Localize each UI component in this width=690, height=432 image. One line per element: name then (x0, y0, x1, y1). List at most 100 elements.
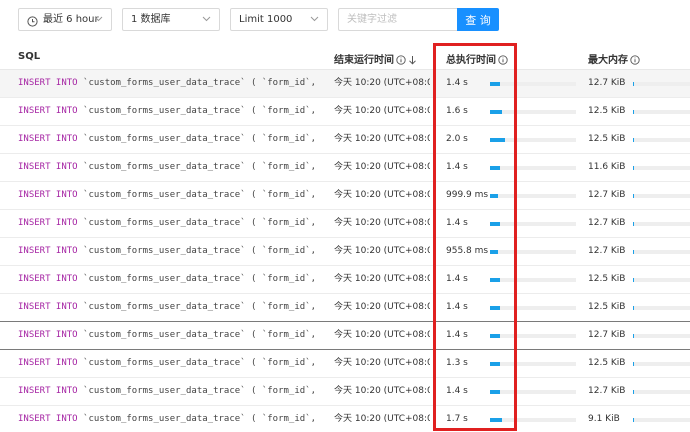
exec-time-bar-fill (490, 390, 501, 394)
table-row[interactable]: INSERT INTO `custom_forms_user_data_trac… (0, 322, 690, 350)
max-memory-bar (633, 362, 690, 366)
exec-time-bar (490, 166, 576, 170)
end-time-cell: 今天 10:20 (UTC+08:00) (334, 274, 430, 284)
info-icon[interactable] (498, 55, 508, 68)
column-header-max-memory[interactable]: 最大内存 (588, 51, 640, 68)
max-memory-bar-fill (633, 250, 635, 254)
sql-keyword: INSERT INTO (18, 302, 78, 312)
exec-time-bar (490, 418, 576, 422)
sql-cell[interactable]: INSERT INTO `custom_forms_user_data_trac… (18, 182, 320, 210)
table-row[interactable]: INSERT INTO `custom_forms_user_data_trac… (0, 350, 690, 378)
sql-cell[interactable]: INSERT INTO `custom_forms_user_data_trac… (18, 294, 320, 322)
exec-time-bar (490, 138, 576, 142)
table-row[interactable]: INSERT INTO `custom_forms_user_data_trac… (0, 210, 690, 238)
table-row[interactable]: INSERT INTO `custom_forms_user_data_trac… (0, 126, 690, 154)
max-memory-cell: 12.5 KiB (588, 274, 626, 284)
sql-keyword: INSERT INTO (18, 246, 78, 256)
exec-time-bar-fill (490, 250, 498, 254)
column-header-exec-time[interactable]: 总执行时间 (446, 51, 508, 68)
max-memory-cell: 12.5 KiB (588, 134, 626, 144)
max-memory-cell: 12.5 KiB (588, 302, 626, 312)
sql-text: `custom_forms_user_data_trace` ( `form_i… (77, 330, 320, 340)
sql-cell[interactable]: INSERT INTO `custom_forms_user_data_trac… (18, 70, 320, 98)
max-memory-cell: 12.7 KiB (588, 246, 626, 256)
table-row[interactable]: INSERT INTO `custom_forms_user_data_trac… (0, 98, 690, 126)
sql-text: `custom_forms_user_data_trace` ( `form_i… (77, 218, 320, 228)
max-memory-cell: 9.1 KiB (588, 414, 620, 424)
info-icon[interactable] (396, 55, 406, 68)
sql-cell[interactable]: INSERT INTO `custom_forms_user_data_trac… (18, 350, 320, 378)
exec-time-bar (490, 334, 576, 338)
max-memory-cell: 12.5 KiB (588, 106, 626, 116)
sql-text: `custom_forms_user_data_trace` ( `form_i… (77, 302, 320, 312)
exec-time-cell: 1.4 s (446, 386, 468, 396)
max-memory-bar-fill (633, 138, 635, 142)
sql-cell[interactable]: INSERT INTO `custom_forms_user_data_trac… (18, 98, 320, 126)
table-row[interactable]: INSERT INTO `custom_forms_user_data_trac… (0, 70, 690, 98)
table-row[interactable]: INSERT INTO `custom_forms_user_data_trac… (0, 294, 690, 322)
exec-time-cell: 1.6 s (446, 106, 468, 116)
sql-cell[interactable]: INSERT INTO `custom_forms_user_data_trac… (18, 322, 320, 350)
sql-cell[interactable]: INSERT INTO `custom_forms_user_data_trac… (18, 126, 320, 154)
search-button[interactable]: 查 询 (457, 8, 499, 31)
sql-text: `custom_forms_user_data_trace` ( `form_i… (77, 386, 320, 396)
max-memory-bar (633, 138, 690, 142)
end-time-cell: 今天 10:20 (UTC+08:00) (334, 414, 430, 424)
exec-time-bar (490, 222, 576, 226)
sql-keyword: INSERT INTO (18, 162, 78, 172)
sql-cell[interactable]: INSERT INTO `custom_forms_user_data_trac… (18, 154, 320, 182)
end-time-cell: 今天 10:20 (UTC+08:00) (334, 190, 430, 200)
sql-keyword: INSERT INTO (18, 106, 78, 116)
exec-time-bar-fill (490, 138, 505, 142)
keyword-filter-input[interactable] (338, 8, 458, 31)
table-row[interactable]: INSERT INTO `custom_forms_user_data_trac… (0, 182, 690, 210)
table-row[interactable]: INSERT INTO `custom_forms_user_data_trac… (0, 378, 690, 406)
table-row[interactable]: INSERT INTO `custom_forms_user_data_trac… (0, 238, 690, 266)
info-icon[interactable] (630, 55, 640, 68)
exec-time-bar (490, 306, 576, 310)
sql-text: `custom_forms_user_data_trace` ( `form_i… (77, 358, 320, 368)
sql-cell[interactable]: INSERT INTO `custom_forms_user_data_trac… (18, 406, 320, 432)
limit-select[interactable]: Limit 1000 (230, 8, 328, 31)
end-time-cell: 今天 10:20 (UTC+08:00) (334, 218, 430, 228)
exec-time-cell: 1.4 s (446, 218, 468, 228)
table-row[interactable]: INSERT INTO `custom_forms_user_data_trac… (0, 266, 690, 294)
max-memory-cell: 12.7 KiB (588, 330, 626, 340)
max-memory-bar (633, 278, 690, 282)
column-header-end-time[interactable]: 结束运行时间 (334, 51, 417, 68)
table-row[interactable]: INSERT INTO `custom_forms_user_data_trac… (0, 406, 690, 432)
max-memory-cell: 12.7 KiB (588, 78, 626, 88)
end-time-cell: 今天 10:20 (UTC+08:00) (334, 106, 430, 116)
exec-time-cell: 1.4 s (446, 330, 468, 340)
exec-time-bar-fill (490, 306, 501, 310)
exec-time-cell: 1.4 s (446, 162, 468, 172)
sql-text: `custom_forms_user_data_trace` ( `form_i… (77, 162, 320, 172)
end-time-cell: 今天 10:20 (UTC+08:00) (334, 302, 430, 312)
time-range-select[interactable]: 最近 6 hour (18, 8, 112, 31)
table-row[interactable]: INSERT INTO `custom_forms_user_data_trac… (0, 154, 690, 182)
max-memory-bar-fill (633, 278, 635, 282)
sql-cell[interactable]: INSERT INTO `custom_forms_user_data_trac… (18, 210, 320, 238)
max-memory-bar (633, 306, 690, 310)
exec-time-bar (490, 194, 576, 198)
max-memory-bar (633, 250, 690, 254)
max-memory-bar (633, 166, 690, 170)
sql-cell[interactable]: INSERT INTO `custom_forms_user_data_trac… (18, 238, 320, 266)
max-memory-bar-fill (633, 306, 635, 310)
max-memory-cell: 12.5 KiB (588, 358, 626, 368)
database-select[interactable]: 1 数据库 (122, 8, 220, 31)
exec-time-bar-fill (490, 194, 498, 198)
limit-value: Limit 1000 (239, 14, 293, 25)
max-memory-cell: 11.6 KiB (588, 162, 626, 172)
exec-time-bar-fill (490, 82, 501, 86)
exec-time-cell: 2.0 s (446, 134, 468, 144)
sql-cell[interactable]: INSERT INTO `custom_forms_user_data_trac… (18, 266, 320, 294)
max-memory-cell: 12.7 KiB (588, 190, 626, 200)
column-header-sql[interactable]: SQL (18, 51, 40, 62)
sql-text: `custom_forms_user_data_trace` ( `form_i… (77, 78, 320, 88)
sql-cell[interactable]: INSERT INTO `custom_forms_user_data_trac… (18, 378, 320, 406)
sort-descending-icon[interactable] (408, 55, 417, 68)
clock-icon (27, 14, 38, 27)
sql-keyword: INSERT INTO (18, 330, 78, 340)
max-memory-bar-fill (633, 334, 635, 338)
